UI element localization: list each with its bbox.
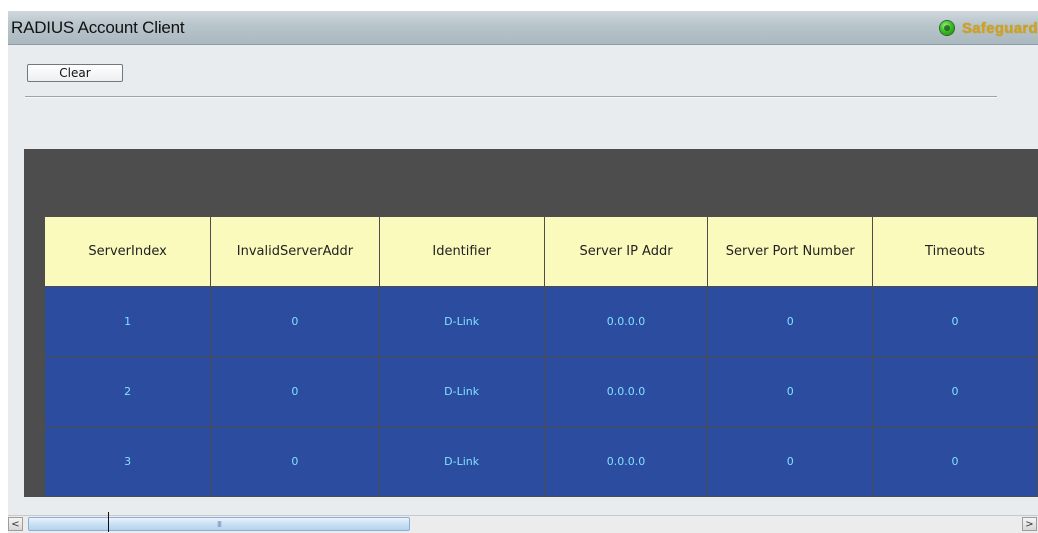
text-cursor-icon — [108, 512, 109, 532]
cell-server-ip-addr: 0.0.0.0 — [543, 426, 709, 497]
page-title: RADIUS Account Client — [11, 18, 185, 37]
column-header-server-port-number: Server Port Number — [707, 216, 873, 287]
safeguard-label: Safeguard — [961, 19, 1038, 37]
cell-identifier: D-Link — [378, 356, 545, 427]
table-row: 1 0 D-Link 0.0.0.0 0 0 — [43, 286, 1038, 357]
table-frame: ServerIndex InvalidServerAddr Identifier… — [24, 149, 1038, 497]
content-panel: RADIUS Account Client Safeguard Clear Se… — [8, 11, 1038, 532]
table-row: 2 0 D-Link 0.0.0.0 0 0 — [43, 356, 1038, 427]
cell-timeouts: 0 — [871, 426, 1038, 497]
scrollbar-thumb[interactable]: III — [28, 517, 410, 531]
cell-invalidserveraddr: 0 — [210, 356, 380, 427]
cell-timeouts: 0 — [871, 286, 1038, 357]
scroll-right-arrow-icon[interactable]: > — [1022, 517, 1037, 531]
cell-server-ip-addr: 0.0.0.0 — [543, 286, 709, 357]
clear-button[interactable]: Clear — [27, 64, 123, 82]
cell-server-ip-addr: 0.0.0.0 — [543, 356, 709, 427]
table-header-row: ServerIndex InvalidServerAddr Identifier… — [43, 216, 1038, 287]
title-bar: RADIUS Account Client Safeguard — [8, 11, 1038, 45]
column-header-identifier: Identifier — [378, 216, 545, 287]
cell-server-port-number: 0 — [707, 286, 873, 357]
safeguard-indicator: Safeguard — [939, 18, 1038, 38]
column-header-invalidserveraddr: InvalidServerAddr — [210, 216, 380, 287]
cell-identifier: D-Link — [378, 426, 545, 497]
cell-timeouts: 0 — [871, 356, 1038, 427]
status-dot-icon — [939, 21, 954, 35]
horizontal-scrollbar[interactable]: < III > — [8, 515, 1038, 533]
cell-serverindex: 1 — [43, 286, 212, 357]
cell-serverindex: 3 — [43, 426, 212, 497]
cell-serverindex: 2 — [43, 356, 212, 427]
scroll-left-arrow-icon[interactable]: < — [8, 517, 23, 531]
cell-identifier: D-Link — [378, 286, 545, 357]
column-header-server-ip-addr: Server IP Addr — [543, 216, 709, 287]
cell-invalidserveraddr: 0 — [210, 286, 380, 357]
column-header-timeouts: Timeouts — [871, 216, 1038, 287]
cell-server-port-number: 0 — [707, 426, 873, 497]
column-header-serverindex: ServerIndex — [43, 216, 212, 287]
divider — [25, 96, 997, 98]
cell-invalidserveraddr: 0 — [210, 426, 380, 497]
table-row: 3 0 D-Link 0.0.0.0 0 0 — [43, 426, 1038, 497]
radius-account-table: ServerIndex InvalidServerAddr Identifier… — [43, 216, 1038, 497]
cell-server-port-number: 0 — [707, 356, 873, 427]
